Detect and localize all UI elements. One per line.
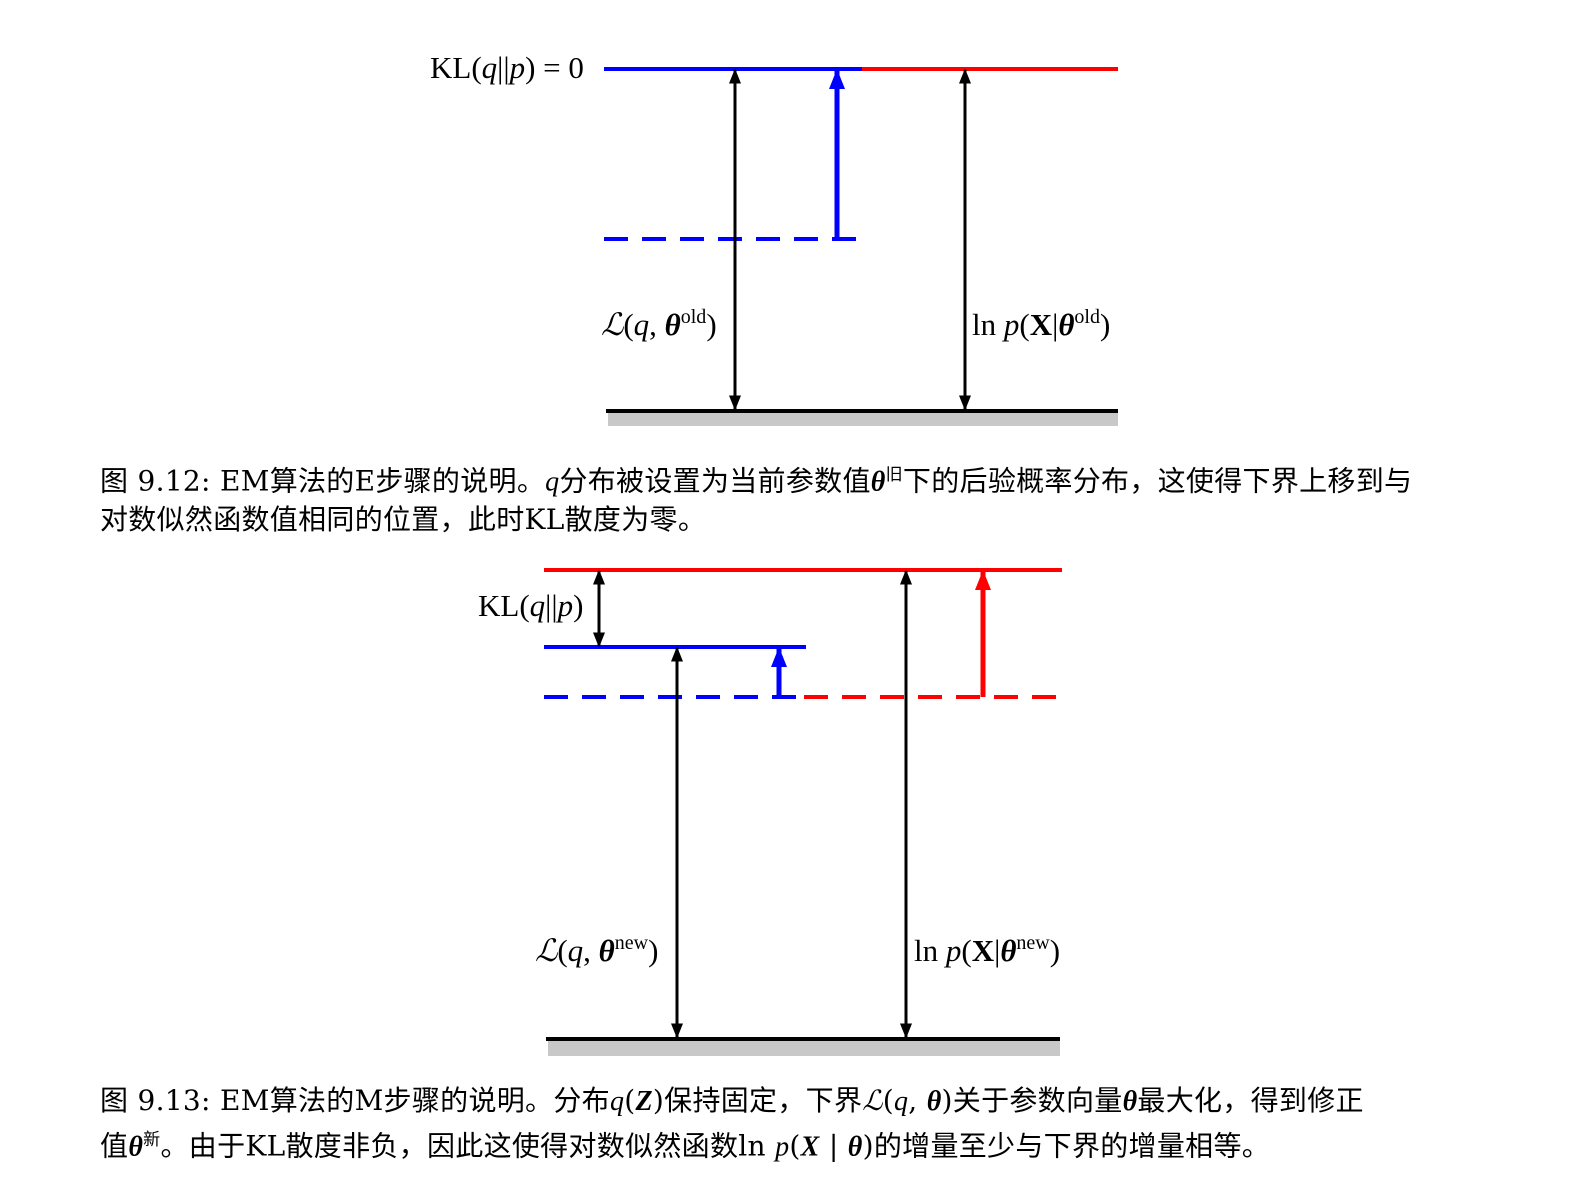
caption-line: 对数似然函数值相同的位置，此时KL散度为零。 [100,503,707,537]
figure-caption-9-13: 图 9.13: EM算法的M步骤的说明。分布q(Z)保持固定，下界ℒ(q, θ)… [100,1082,1500,1166]
log-likelihood-label: ln p(X|θnew) [914,932,1060,968]
baseline-shadow [608,412,1118,426]
kl-label: KL(q||p) [478,588,583,623]
baseline-shadow [548,1040,1060,1056]
caption-line: 图 9.12: EM算法的E步骤的说明。q分布被设置为当前参数值θ旧下的后验概率… [100,464,1413,498]
caption-line: 图 9.13: EM算法的M步骤的说明。分布q(Z)保持固定，下界ℒ(q, θ)… [100,1084,1364,1117]
figure-caption-9-12: 图 9.12: EM算法的E步骤的说明。q分布被设置为当前参数值θ旧下的后验概率… [100,456,1500,539]
kl-zero-label: KL(q||p) = 0 [430,50,584,85]
caption-line: 值θ新。由于KL散度非负，因此这使得对数似然函数ln p(X | θ)的增量至少… [100,1129,1271,1163]
lower-bound-label: ℒ(q, θold) [601,306,717,342]
figure-e-step: KL(q||p) = 0 ℒ(q, θold) ln p(X|θold) [430,50,1118,426]
lower-bound-label: ℒ(q, θnew) [535,932,658,968]
log-likelihood-label: ln p(X|θold) [972,306,1110,342]
figure-m-step: KL(q||p) ℒ(q, θnew) ln p(X|θnew) [478,568,1062,1056]
em-diagrams: KL(q||p) = 0 ℒ(q, θold) ln p(X|θold) KL(… [430,50,1118,1056]
